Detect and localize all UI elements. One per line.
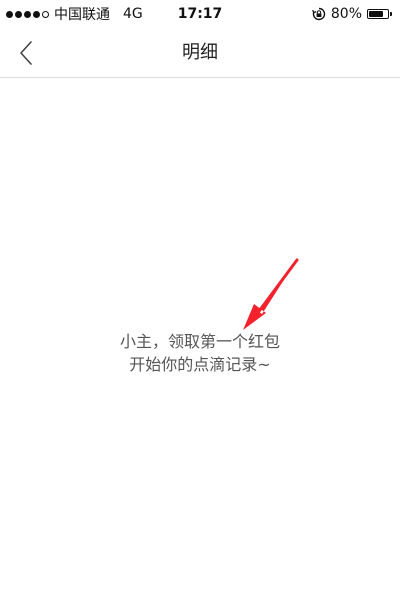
- rotation-lock-icon: [311, 7, 326, 21]
- battery-tip: [390, 12, 392, 16]
- status-right: 80%: [311, 6, 392, 22]
- carrier-label: 中国联通: [54, 7, 110, 23]
- signal-dot: [24, 10, 31, 18]
- page-title: 明细: [182, 42, 218, 63]
- empty-state: 小主，领取第一个红包 开始你的点滴记录~: [0, 330, 400, 376]
- signal-strength-icon: [6, 10, 49, 18]
- signal-dot: [42, 10, 49, 18]
- status-left: 中国联通 4G: [6, 4, 143, 24]
- battery-fill: [369, 11, 384, 17]
- chevron-left-icon: [20, 41, 32, 65]
- signal-dot: [33, 10, 40, 18]
- navigation-bar: 明细: [0, 28, 400, 78]
- battery-body: [367, 9, 389, 19]
- empty-state-line-2: 开始你的点滴记录~: [129, 355, 271, 374]
- battery-percent-label: 80%: [330, 6, 362, 22]
- annotation-arrow: [243, 258, 299, 330]
- signal-dot: [15, 10, 22, 18]
- signal-dot: [6, 10, 13, 18]
- status-bar: 中国联通 4G 17:17 80%: [0, 0, 400, 28]
- battery-icon: [367, 9, 392, 19]
- status-time: 17:17: [177, 6, 223, 22]
- empty-state-line-1: 小主，领取第一个红包: [119, 332, 280, 351]
- back-button[interactable]: [8, 34, 44, 72]
- network-type-label: 4G: [123, 6, 143, 22]
